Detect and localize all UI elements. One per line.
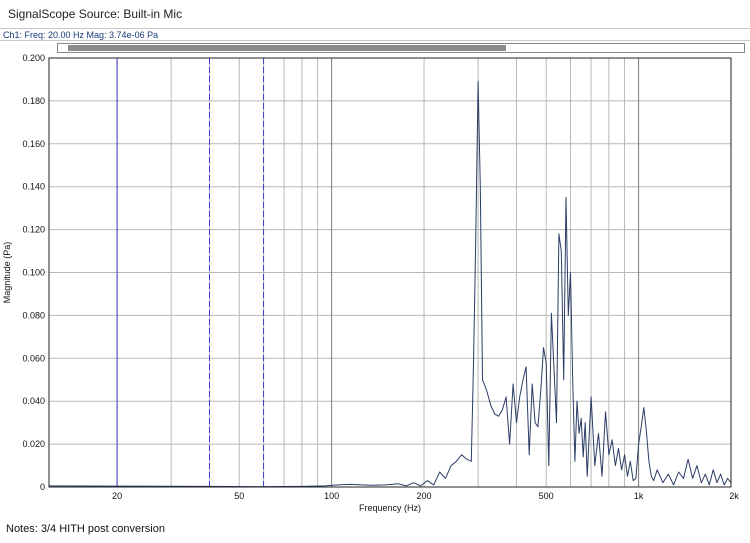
x-axis-label: Frequency (Hz) <box>359 503 421 513</box>
window-title: SignalScope Source: Built-in Mic <box>8 7 183 21</box>
x-tick-label: 200 <box>417 491 432 501</box>
spectrum-chart: 0 0.020 0.040 0.060 0.080 0.100 0.120 0.140 0.16… <box>2 53 739 513</box>
y-tick-label: 0.180 <box>22 96 45 106</box>
x-tick-label: 50 <box>234 491 244 501</box>
x-tick-label: 100 <box>324 491 339 501</box>
y-tick-label: 0.040 <box>22 396 45 406</box>
magnitude-trace <box>48 81 732 488</box>
y-tick-label: 0.080 <box>22 310 45 320</box>
y-tick-label: 0.200 <box>22 53 45 63</box>
y-tick-label: 0.140 <box>22 182 45 192</box>
y-tick-label: 0.120 <box>22 225 45 235</box>
y-axis-label: Magnitude (Pa) <box>2 242 12 304</box>
grid-lines <box>49 57 731 488</box>
x-tick-label: 20 <box>112 491 122 501</box>
x-tick-label: 1k <box>634 491 644 501</box>
y-tick-label: 0.160 <box>22 139 45 149</box>
y-tick-label: 0.020 <box>22 439 45 449</box>
x-tick-label: 500 <box>539 491 554 501</box>
scrollbar-thumb[interactable] <box>68 45 506 51</box>
y-tick-label: 0 <box>40 482 45 492</box>
x-tick-label: 2k <box>729 491 739 501</box>
title-divider <box>0 28 750 29</box>
y-tick-label: 0.100 <box>22 268 45 278</box>
cursor-readout: Ch1: Freq: 20.00 Hz Mag: 3.74e-06 Pa <box>3 30 159 40</box>
trace-layer <box>48 81 732 488</box>
notes-text: Notes: 3/4 HITH post conversion <box>6 523 165 535</box>
tick-labels: 0 0.020 0.040 0.060 0.080 0.100 0.120 0.140 0.16… <box>22 53 739 501</box>
y-tick-label: 0.060 <box>22 353 45 363</box>
readout-divider <box>0 40 750 41</box>
